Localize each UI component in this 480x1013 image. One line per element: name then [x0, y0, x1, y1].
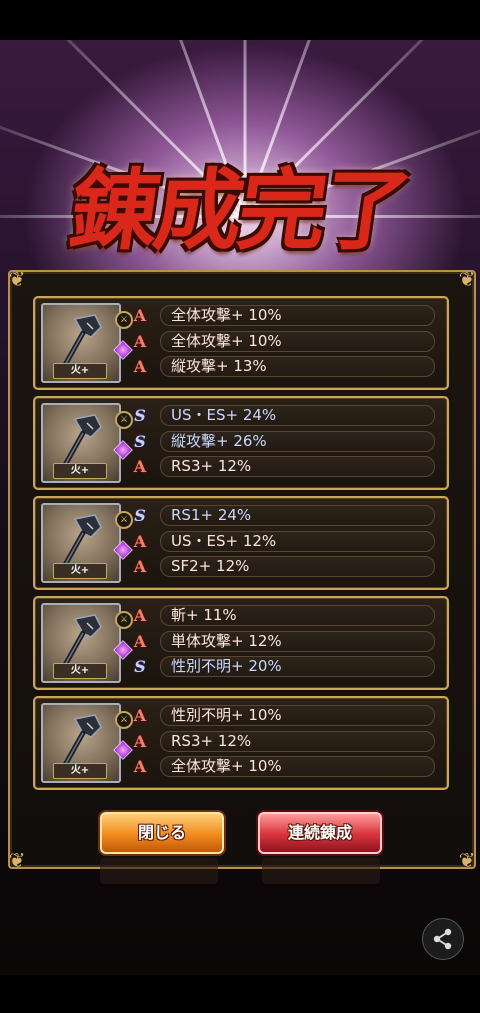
- axe-weapon-icon: [62, 614, 102, 668]
- button-shadow: [262, 858, 380, 884]
- ornament-corner-icon: ❦: [458, 848, 476, 872]
- continuous-refine-button[interactable]: 連続錬成: [258, 812, 382, 854]
- rank-icon: S: [134, 657, 146, 676]
- gem-icon: [113, 740, 133, 760]
- bonus-row: S 性別不明+ 20%: [134, 656, 435, 677]
- status-bar: [0, 0, 480, 40]
- bonus-text: 縦攻撃+ 13%: [171, 357, 267, 375]
- bonus-row: A 全体攻撃+ 10%: [134, 331, 435, 352]
- ornament-corner-icon: ❦: [8, 267, 26, 291]
- rank-icon: A: [133, 606, 147, 625]
- ornament-corner-icon: ❦: [458, 267, 476, 291]
- bonus-row: A RS3+ 12%: [134, 456, 435, 477]
- bonus-row: S RS1+ 24%: [134, 505, 435, 526]
- bonus-text: RS3+ 12%: [171, 732, 252, 750]
- gem-icon: [113, 540, 133, 560]
- rank-icon: A: [133, 532, 147, 551]
- ornament-corner-icon: ❦: [8, 848, 26, 872]
- refine-result-card: 火+ ⚔ S US・ES+ 24% S 縦攻撃+ 26% A RS3+ 12%: [33, 396, 449, 490]
- element-label: 火+: [53, 663, 107, 679]
- weapon-thumbnail: 火+ ⚔: [41, 403, 133, 483]
- bonus-row: A SF2+ 12%: [134, 556, 435, 577]
- bonus-row: A 斬+ 11%: [134, 605, 435, 626]
- axe-weapon-icon: [62, 714, 102, 768]
- rank-icon: A: [133, 357, 147, 376]
- weapon-thumbnail: 火+ ⚔: [41, 703, 133, 783]
- refine-result-card: 火+ ⚔ A 斬+ 11% A 単体攻撃+ 12% S 性別不明+ 20%: [33, 596, 449, 690]
- bonus-text: 縦攻撃+ 26%: [171, 432, 267, 450]
- bonus-row: S 縦攻撃+ 26%: [134, 431, 435, 452]
- bonus-text: 全体攻撃+ 10%: [171, 757, 282, 775]
- bonus-row: A 縦攻撃+ 13%: [134, 356, 435, 377]
- refine-result-card: 火+ ⚔ A 全体攻撃+ 10% A 全体攻撃+ 10% A 縦攻撃+ 13%: [33, 296, 449, 390]
- rank-icon: A: [133, 706, 147, 725]
- gem-icon: [113, 440, 133, 460]
- close-button[interactable]: 閉じる: [100, 812, 224, 854]
- weapon-thumbnail: 火+ ⚔: [41, 503, 133, 583]
- refine-result-card: 火+ ⚔ A 性別不明+ 10% A RS3+ 12% A 全体攻撃+ 10%: [33, 696, 449, 790]
- bonus-text: RS3+ 12%: [171, 457, 252, 475]
- refine-result-card: 火+ ⚔ S RS1+ 24% A US・ES+ 12% A SF2+ 12%: [33, 496, 449, 590]
- rank-icon: S: [134, 406, 146, 425]
- bonus-text: 斬+ 11%: [171, 606, 237, 624]
- bonus-text: SF2+ 12%: [171, 557, 250, 575]
- bonus-text: 全体攻撃+ 10%: [171, 306, 282, 324]
- bonus-text: US・ES+ 24%: [171, 406, 277, 424]
- bonus-row: A RS3+ 12%: [134, 731, 435, 752]
- rank-icon: A: [133, 732, 147, 751]
- rank-icon: A: [133, 332, 147, 351]
- rank-icon: A: [133, 457, 147, 476]
- bonus-row: S US・ES+ 24%: [134, 405, 435, 426]
- weapon-thumbnail: 火+ ⚔: [41, 603, 133, 683]
- rank-icon: A: [133, 306, 147, 325]
- axe-weapon-icon: [62, 414, 102, 468]
- element-label: 火+: [53, 363, 107, 379]
- button-shadow: [100, 858, 218, 884]
- rank-icon: S: [134, 432, 146, 451]
- gem-icon: [113, 640, 133, 660]
- element-label: 火+: [53, 563, 107, 579]
- bonus-row: A 全体攻撃+ 10%: [134, 305, 435, 326]
- bonus-row: A 性別不明+ 10%: [134, 705, 435, 726]
- bonus-text: 性別不明+ 20%: [171, 657, 282, 675]
- axe-weapon-icon: [62, 514, 102, 568]
- bonus-row: A US・ES+ 12%: [134, 531, 435, 552]
- bonus-text: 性別不明+ 10%: [171, 706, 282, 724]
- rank-icon: S: [134, 506, 146, 525]
- element-label: 火+: [53, 463, 107, 479]
- share-button[interactable]: [422, 918, 464, 960]
- gem-icon: [113, 340, 133, 360]
- rank-icon: A: [133, 757, 147, 776]
- bonus-text: US・ES+ 12%: [171, 532, 277, 550]
- bonus-row: A 全体攻撃+ 10%: [134, 756, 435, 777]
- element-label: 火+: [53, 763, 107, 779]
- bonus-text: 全体攻撃+ 10%: [171, 332, 282, 350]
- bonus-text: RS1+ 24%: [171, 506, 252, 524]
- rank-icon: A: [133, 632, 147, 651]
- weapon-thumbnail: 火+ ⚔: [41, 303, 133, 383]
- bonus-text: 単体攻撃+ 12%: [171, 632, 282, 650]
- axe-weapon-icon: [62, 314, 102, 368]
- bonus-row: A 単体攻撃+ 12%: [134, 631, 435, 652]
- rank-icon: A: [133, 557, 147, 576]
- page-title: 錬成完了: [63, 158, 415, 262]
- navigation-bar: [0, 975, 480, 1013]
- share-icon: [433, 928, 452, 950]
